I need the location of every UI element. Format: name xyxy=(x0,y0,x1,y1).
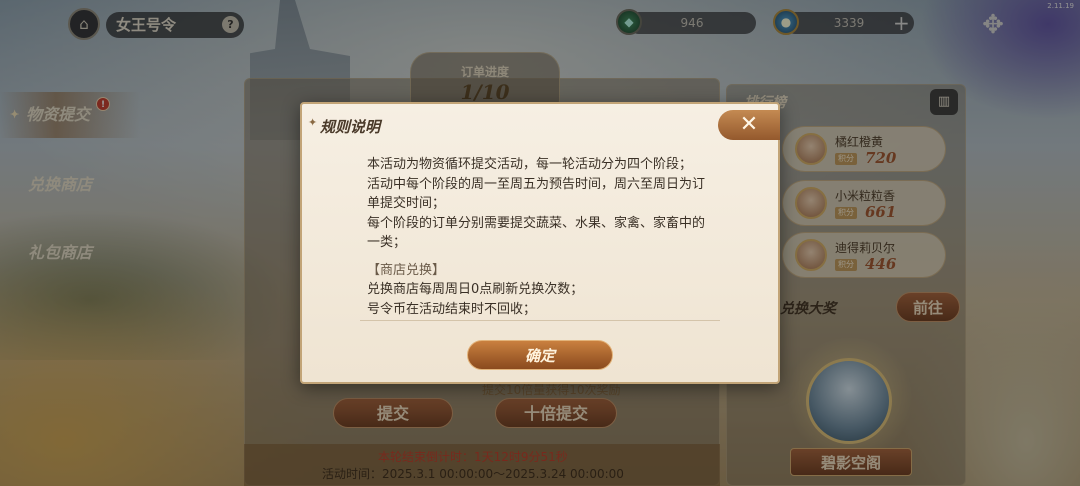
divider xyxy=(360,320,720,321)
rule-line: 本活动为物资循环提交活动，每一轮活动分为四个阶段； xyxy=(367,157,693,172)
rule-line: 兑换商店每周周日0点刷新兑换次数； xyxy=(367,282,584,297)
section-title: 【商店兑换】 xyxy=(367,262,446,278)
rule-line: 活动中每个阶段的周一至周五为预告时间，周六至周日为订 xyxy=(367,176,706,192)
rules-content: 本活动为物资循环提交活动，每一轮活动分为四个阶段； 活动中每个阶段的周一至周五为… xyxy=(367,155,727,319)
confirm-button[interactable]: 确定 xyxy=(467,340,613,370)
close-icon[interactable]: ✕ xyxy=(718,110,780,140)
sparkle-icon: ✦ xyxy=(308,116,318,129)
dialog-title: 规则说明 xyxy=(320,118,381,136)
rule-line: 号令币在活动结束时不回收； xyxy=(367,301,537,317)
rule-line: 单提交时间； xyxy=(367,196,446,211)
rule-line: 每个阶段的订单分别需要提交蔬菜、水果、家禽、家畜中的 xyxy=(367,215,706,231)
rule-line: 一类； xyxy=(367,235,407,250)
